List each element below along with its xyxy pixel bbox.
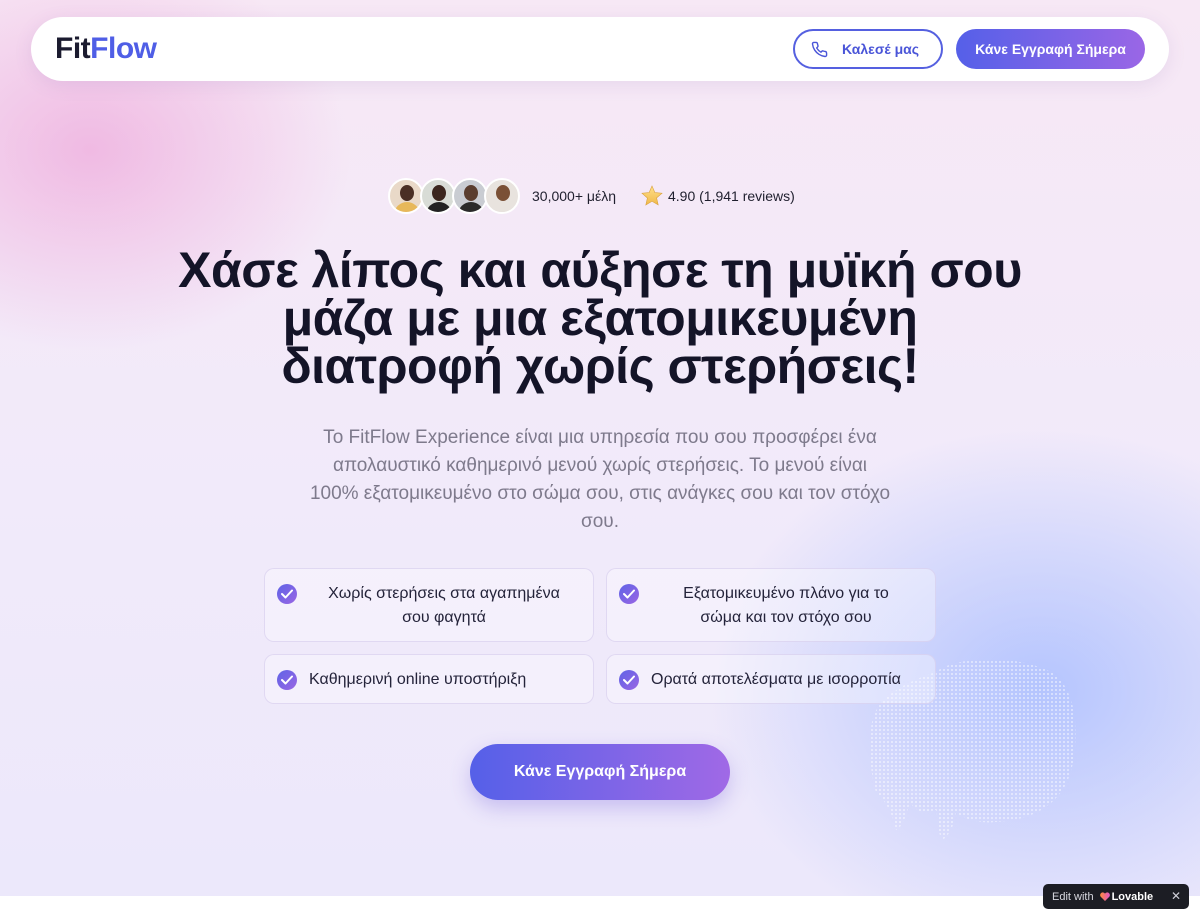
check-icon — [277, 670, 297, 690]
navbar: FitFlow Καλεσέ μας Κάνε Εγγραφή Σήμερα — [31, 17, 1169, 81]
badge-prefix: Edit with — [1052, 890, 1094, 903]
feature-card: Ορατά αποτελέσματα με ισορροπία — [606, 654, 936, 704]
star-icon — [640, 184, 664, 208]
page-bottom-strip — [0, 896, 1200, 920]
feature-card: Χωρίς στερήσεις στα αγαπημένα σου φαγητά — [264, 568, 594, 642]
members-count: 30,000+ μέλη — [532, 188, 616, 204]
logo[interactable]: FitFlow — [55, 32, 157, 66]
call-us-button[interactable]: Καλεσέ μας — [793, 29, 943, 69]
logo-part-flow: Flow — [90, 32, 157, 65]
lovable-heart-icon — [1099, 892, 1110, 901]
feature-card: Καθημερινή online υποστήριξη — [264, 654, 594, 704]
check-icon — [277, 584, 297, 604]
member-avatars — [388, 178, 520, 214]
feature-text: Εξατομικευμένο πλάνο για το σώμα και τον… — [651, 582, 921, 630]
signup-nav-button[interactable]: Κάνε Εγγραφή Σήμερα — [956, 29, 1145, 69]
feature-card: Εξατομικευμένο πλάνο για το σώμα και τον… — [606, 568, 936, 642]
social-proof: 30,000+ μέλη 4.90 (1,941 reviews) — [388, 176, 795, 216]
description-line-3: 100% εξατομικευμένο στο σώμα σου, στις α… — [309, 483, 891, 504]
feature-text: Ορατά αποτελέσματα με ισορροπία — [651, 671, 901, 688]
description-line-1: Το FitFlow Experience είναι μια υπηρεσία… — [323, 427, 877, 448]
description-line-4: σου. — [581, 511, 619, 532]
edit-with-lovable-badge[interactable]: Edit with Lovable ✕ — [1043, 884, 1189, 909]
feature-text-line-2: σου φαγητά — [402, 609, 486, 626]
hero-headline: Χάσε λίπος και αύξησε τη μυϊκή σου μάζα … — [100, 245, 1100, 391]
feature-text: Χωρίς στερήσεις στα αγαπημένα σου φαγητά — [309, 582, 579, 630]
feature-text: Καθημερινή online υποστήριξη — [309, 671, 527, 688]
check-icon — [619, 584, 639, 604]
signup-cta-button[interactable]: Κάνε Εγγραφή Σήμερα — [470, 744, 730, 800]
rating-text: 4.90 (1,941 reviews) — [667, 188, 795, 204]
hero-description: Το FitFlow Experience είναι μια υπηρεσία… — [262, 424, 938, 536]
description-line-2: απολαυστικό καθημερινό μενού χωρίς στερή… — [332, 455, 868, 476]
call-us-label: Καλεσέ μας — [842, 41, 920, 57]
avatar — [452, 178, 488, 214]
logo-part-fit: Fit — [55, 32, 91, 65]
check-icon — [619, 670, 639, 690]
badge-brand: Lovable — [1111, 890, 1154, 903]
feature-text-line-1: Εξατομικευμένο πλάνο για το — [683, 585, 889, 602]
phone-icon — [811, 41, 842, 58]
headline-line-3: διατροφή χωρίς στερήσεις! — [281, 338, 919, 394]
feature-text-line-2: σώμα και τον στόχο σου — [700, 609, 872, 626]
avatar — [484, 178, 520, 214]
close-icon[interactable]: ✕ — [1171, 889, 1181, 903]
avatar — [420, 178, 456, 214]
avatar — [388, 178, 424, 214]
feature-text-line-1: Χωρίς στερήσεις στα αγαπημένα — [328, 585, 560, 602]
